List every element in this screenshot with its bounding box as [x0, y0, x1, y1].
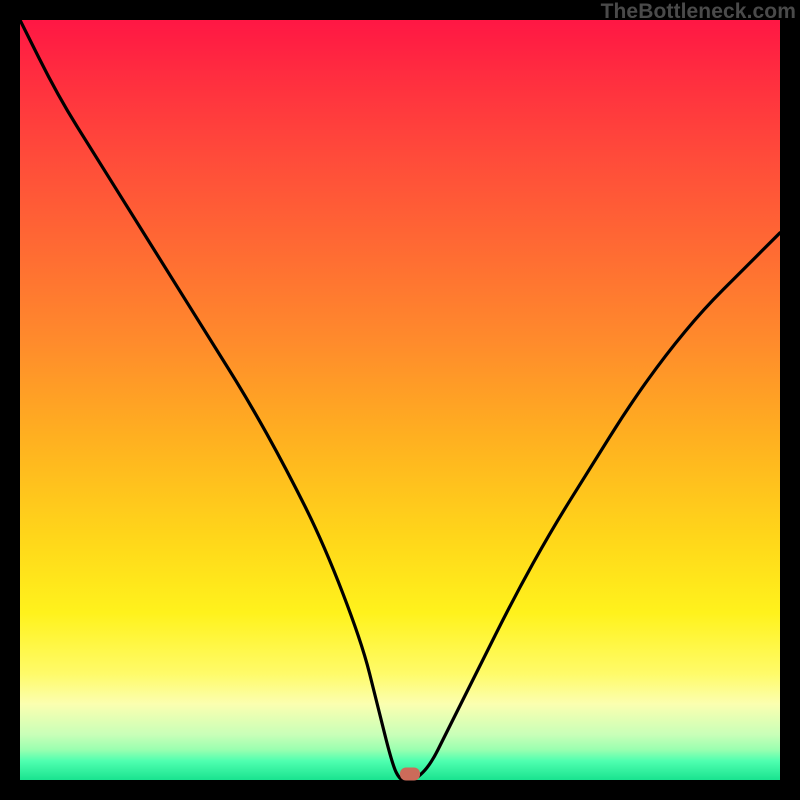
plot-area: [20, 20, 780, 780]
optimal-point-marker: [400, 767, 420, 780]
bottleneck-curve: [20, 20, 780, 780]
chart-frame: TheBottleneck.com: [0, 0, 800, 800]
watermark-text: TheBottleneck.com: [601, 0, 796, 24]
